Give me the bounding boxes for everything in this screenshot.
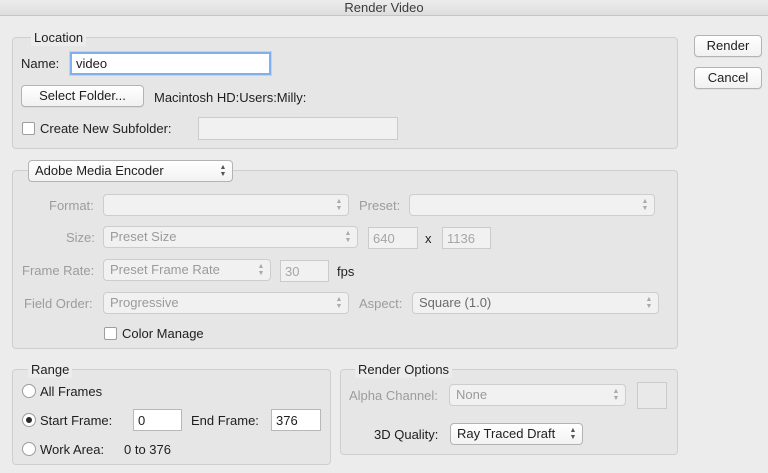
format-label: Format:	[49, 198, 94, 213]
end-frame-input[interactable]	[271, 409, 321, 431]
size-select-value: Preset Size	[110, 229, 177, 244]
field-order-label: Field Order:	[24, 296, 93, 311]
name-input[interactable]	[70, 52, 271, 75]
all-frames-label: All Frames	[40, 384, 103, 399]
field-order-select[interactable]: Progressive ▲ ▼	[103, 292, 349, 314]
folder-path: Macintosh HD:Users:Milly:	[154, 90, 307, 105]
chevron-updown-icon: ▲ ▼	[335, 198, 343, 212]
size-label: Size:	[66, 230, 95, 245]
work-area-label: Work Area:	[40, 442, 105, 457]
frame-rate-select[interactable]: Preset Frame Rate ▲ ▼	[103, 259, 271, 281]
aspect-label: Aspect:	[359, 296, 403, 311]
preset-select[interactable]: ▲ ▼	[409, 194, 655, 216]
select-folder-button[interactable]: Select Folder...	[21, 85, 144, 107]
all-frames-radio[interactable]	[22, 384, 36, 398]
size-select[interactable]: Preset Size ▲ ▼	[103, 226, 358, 248]
quality-select[interactable]: Ray Traced Draft ▲ ▼	[450, 423, 583, 445]
start-frame-input[interactable]	[133, 409, 182, 431]
work-area-radio[interactable]	[22, 442, 36, 456]
start-frame-label: Start Frame:	[40, 413, 113, 428]
render-options-legend: Render Options	[355, 362, 453, 378]
size-x-label: x	[425, 231, 432, 246]
chevron-updown-icon: ▲ ▼	[612, 388, 620, 402]
width-input[interactable]	[368, 227, 418, 249]
cancel-button[interactable]: Cancel	[694, 67, 762, 89]
chevron-updown-icon: ▲ ▼	[219, 164, 227, 178]
height-input[interactable]	[442, 227, 491, 249]
alpha-channel-select-value: None	[456, 387, 488, 402]
create-subfolder-checkbox[interactable]	[22, 122, 35, 135]
matte-color-swatch[interactable]	[637, 382, 667, 409]
aspect-select[interactable]: Square (1.0) ▲ ▼	[412, 292, 659, 314]
field-order-select-value: Progressive	[110, 295, 179, 310]
subfolder-input[interactable]	[198, 117, 398, 140]
end-frame-label: End Frame:	[191, 413, 259, 428]
chevron-updown-icon: ▲ ▼	[641, 198, 649, 212]
chevron-updown-icon: ▲ ▼	[335, 296, 343, 310]
aspect-select-value: Square (1.0)	[419, 295, 492, 310]
chevron-updown-icon: ▲ ▼	[645, 296, 653, 310]
quality-select-value: Ray Traced Draft	[457, 426, 556, 441]
range-legend: Range	[28, 362, 73, 378]
work-area-value: 0 to 376	[124, 442, 171, 457]
fps-label: fps	[337, 264, 355, 279]
quality-label: 3D Quality:	[374, 427, 439, 442]
frame-rate-select-value: Preset Frame Rate	[110, 262, 220, 277]
encoder-select[interactable]: Adobe Media Encoder ▲ ▼	[28, 160, 233, 182]
fps-input[interactable]	[280, 260, 329, 282]
chevron-updown-icon: ▲ ▼	[344, 230, 352, 244]
preset-label: Preset:	[359, 198, 401, 213]
window-titlebar: Render Video	[0, 0, 768, 16]
chevron-updown-icon: ▲ ▼	[569, 427, 577, 441]
name-label: Name:	[21, 56, 60, 71]
format-select[interactable]: ▲ ▼	[103, 194, 349, 216]
window-title: Render Video	[344, 0, 424, 15]
color-manage-checkbox[interactable]	[104, 327, 117, 340]
location-legend: Location	[31, 30, 87, 46]
create-subfolder-label: Create New Subfolder:	[40, 121, 172, 136]
chevron-updown-icon: ▲ ▼	[257, 263, 265, 277]
render-button[interactable]: Render	[694, 35, 762, 57]
start-frame-radio[interactable]	[22, 413, 36, 427]
alpha-channel-select[interactable]: None ▲ ▼	[449, 384, 626, 406]
alpha-channel-label: Alpha Channel:	[349, 388, 438, 403]
frame-rate-label: Frame Rate:	[22, 263, 95, 278]
encoder-select-value: Adobe Media Encoder	[35, 163, 164, 178]
color-manage-label: Color Manage	[122, 326, 204, 341]
